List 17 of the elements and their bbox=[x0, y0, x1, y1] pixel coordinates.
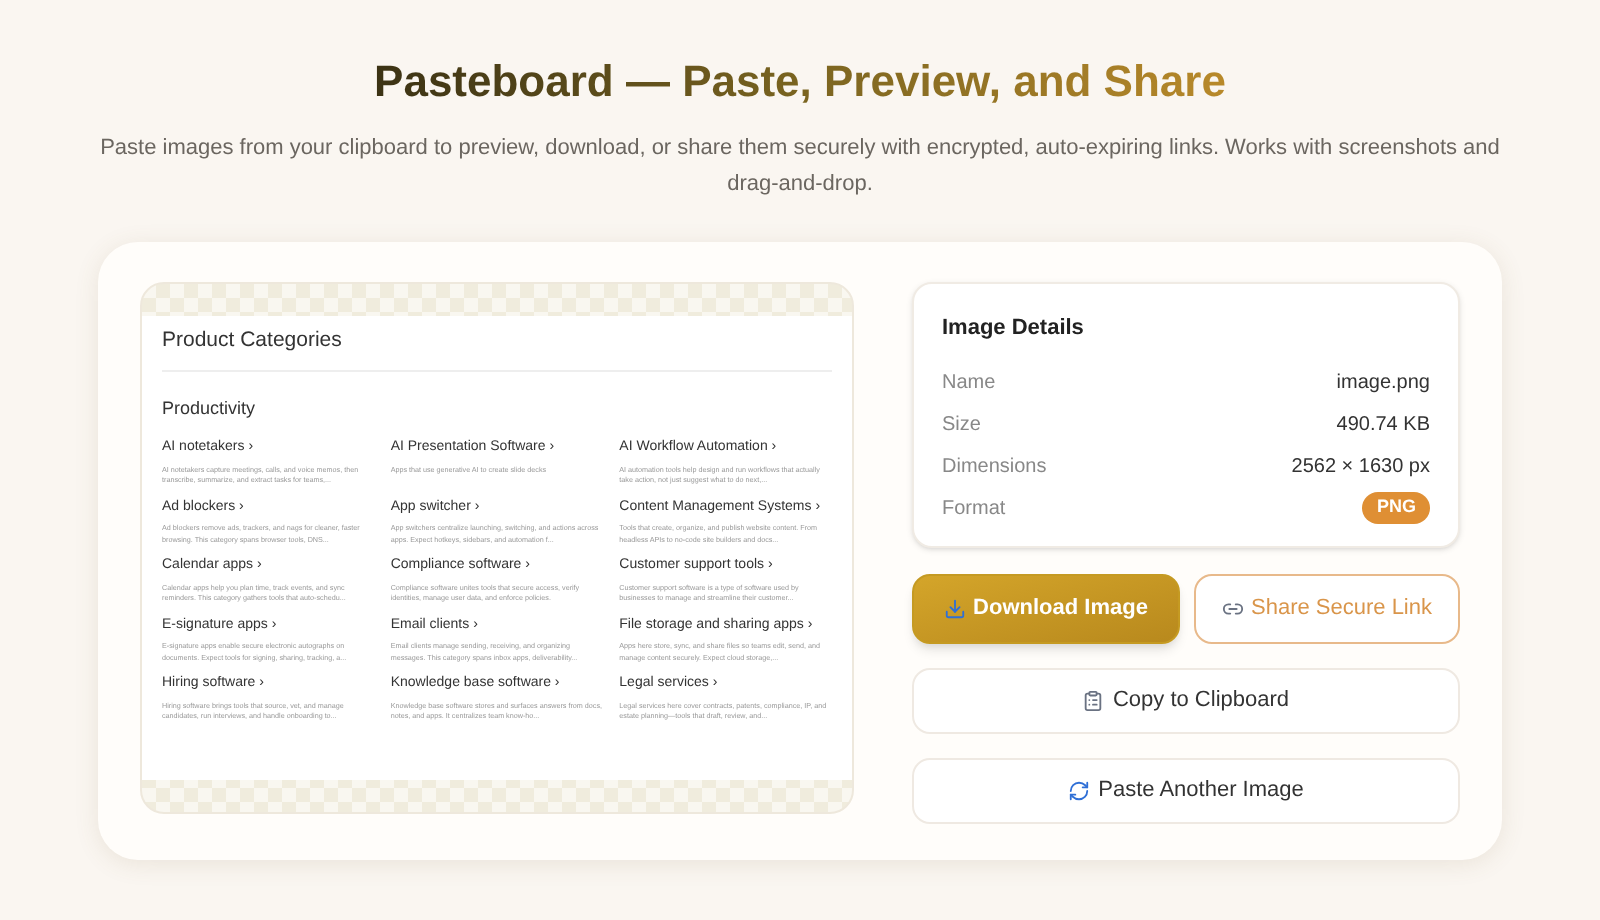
refresh-icon bbox=[1068, 779, 1091, 801]
detail-value: image.png bbox=[1336, 369, 1430, 397]
detail-value: 2562 × 1630 px bbox=[1291, 453, 1430, 481]
page-subtitle: Paste images from your clipboard to preview, download, or share them securely with encrypted, auto-expiring links. Works with screenshots and drag-and-drop. bbox=[98, 134, 1502, 200]
detail-label: Dimensions bbox=[942, 453, 1047, 481]
screenshot-title: Product Categories bbox=[162, 326, 832, 372]
format-badge: PNG bbox=[1362, 492, 1430, 524]
detail-label: Size bbox=[942, 411, 981, 439]
detail-label: Name bbox=[942, 369, 996, 397]
section-heading: Productivity bbox=[162, 395, 258, 422]
action-button[interactable]: Copy to Clipboard bbox=[912, 667, 1460, 733]
details-title: Image Details bbox=[942, 314, 1086, 344]
detail-value: 490.74 KB bbox=[1336, 411, 1430, 439]
detail-label: Format bbox=[942, 495, 1006, 523]
clipboard-icon bbox=[1082, 689, 1105, 711]
action-button[interactable]: Paste Another Image bbox=[912, 757, 1460, 823]
download-icon bbox=[943, 597, 966, 619]
